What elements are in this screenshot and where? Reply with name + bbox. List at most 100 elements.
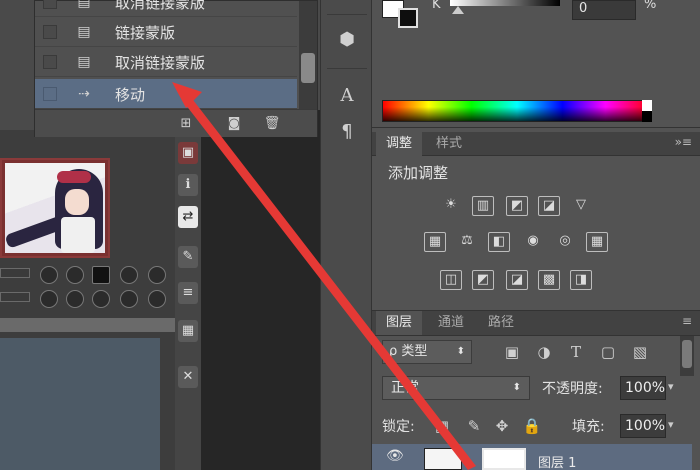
lock-position-icon[interactable]: ✥ <box>492 416 512 436</box>
info-icon[interactable]: ℹ <box>178 174 198 196</box>
visibility-eye-icon[interactable]: 👁 <box>386 448 404 464</box>
paragraph-icon[interactable]: ¶ <box>335 120 359 144</box>
tab-layers[interactable]: 图层 <box>376 311 423 335</box>
layers-scrollbar-thumb[interactable] <box>682 340 692 368</box>
levels-icon[interactable]: ▥ <box>472 196 494 216</box>
brush-preset[interactable] <box>120 266 138 284</box>
photo-filter-icon[interactable]: ◉ <box>522 232 544 252</box>
divider <box>327 68 367 69</box>
adjustments-tabs: 调整 样式 »≡ <box>372 132 700 156</box>
canvas-background <box>200 110 320 470</box>
layers-panel-icon[interactable]: ≡ <box>178 282 198 304</box>
menu-item-checkbox[interactable] <box>43 25 57 39</box>
panel-menu-icon[interactable]: ≡ <box>682 314 692 328</box>
panel-divider <box>0 318 175 332</box>
brush-preset[interactable] <box>66 290 84 308</box>
color-lookup-icon[interactable]: ▦ <box>586 232 608 252</box>
brightness-icon[interactable]: ☀ <box>440 196 462 216</box>
menu-item-label: 移动 <box>115 86 146 104</box>
menu-footer: ⊞ ◙ 🗑 <box>35 109 317 137</box>
type-filter-icon[interactable]: T <box>566 342 586 362</box>
adjustment-filter-icon[interactable]: ◑ <box>534 342 554 362</box>
grid-icon[interactable]: ▦ <box>178 320 198 342</box>
black-white-icon[interactable]: ◧ <box>488 232 510 252</box>
trash-icon[interactable]: 🗑 <box>263 115 281 133</box>
swap-icon[interactable]: ⇄ <box>178 206 198 228</box>
k-slider-knob[interactable] <box>452 6 464 14</box>
tab-paths[interactable]: 路径 <box>478 311 524 335</box>
gradient-map-icon[interactable]: ▩ <box>538 270 560 290</box>
opacity-field[interactable]: 100% <box>620 376 666 400</box>
brush-preset[interactable] <box>66 266 84 284</box>
brush-icon[interactable]: ✎ <box>178 246 198 268</box>
vibrance-icon[interactable]: ▽ <box>570 196 592 216</box>
actions-menu: ▤ 取消链接蒙版 ▤ 链接蒙版 ▤ 取消链接蒙版 ⇢ 移动 ⊞ ◙ 🗑 <box>34 0 318 137</box>
channel-mixer-icon[interactable]: ◎ <box>554 232 576 252</box>
tab-adjustments[interactable]: 调整 <box>376 132 423 156</box>
hue-saturation-icon[interactable]: ▦ <box>424 232 446 252</box>
blend-mode-select[interactable]: 正常 ⬍ <box>382 376 530 400</box>
brush-preset[interactable] <box>40 290 58 308</box>
tab-styles[interactable]: 样式 <box>426 132 472 156</box>
menu-item-link-mask[interactable]: ▤ 链接蒙版 <box>35 17 297 47</box>
brush-preset[interactable] <box>92 290 110 308</box>
brush-preset[interactable] <box>40 266 58 284</box>
layer-row-selected[interactable] <box>372 444 692 470</box>
camera-icon[interactable]: ◙ <box>225 115 243 133</box>
posterize-icon[interactable]: ◩ <box>472 270 494 290</box>
fill-field[interactable]: 100% <box>620 414 666 438</box>
threshold-icon[interactable]: ◪ <box>506 270 528 290</box>
white-swatch[interactable] <box>642 100 652 111</box>
layer-name[interactable]: 图层 1 <box>538 452 576 470</box>
exposure-icon[interactable]: ◪ <box>538 196 560 216</box>
color-panel: K 0 % <box>372 0 700 128</box>
selective-color-icon[interactable]: ◨ <box>570 270 592 290</box>
tools-icon[interactable]: ✕ <box>178 366 198 388</box>
color-tool-icon[interactable]: ▣ <box>178 142 198 164</box>
brush-preset[interactable] <box>120 290 138 308</box>
curves-icon[interactable]: ◩ <box>506 196 528 216</box>
menu-item-label: 取消链接蒙版 <box>115 54 206 72</box>
menu-item-unlink-mask-2[interactable]: ▤ 取消链接蒙版 <box>35 47 297 77</box>
3d-cube-icon[interactable]: ⬢ <box>335 28 359 52</box>
color-spectrum-ramp[interactable] <box>382 100 652 122</box>
color-balance-icon[interactable]: ⚖ <box>456 232 478 252</box>
menu-item-checkbox[interactable] <box>43 87 57 101</box>
brush-preset[interactable] <box>92 266 110 284</box>
folder-icon: ▤ <box>77 24 91 40</box>
select-arrows-icon: ⬍ <box>512 382 521 393</box>
layer-filter-select[interactable]: ρ 类型 ⬍ <box>382 340 472 364</box>
background-color-swatch[interactable] <box>398 8 418 28</box>
smart-object-filter-icon[interactable]: ▧ <box>630 342 650 362</box>
brush-size-bar[interactable] <box>0 268 30 278</box>
menu-item-unlink-mask[interactable]: ▤ 取消链接蒙版 <box>35 0 297 17</box>
tab-channels[interactable]: 通道 <box>428 311 474 335</box>
folder-icon: ▤ <box>77 54 91 70</box>
menu-scrollbar-thumb[interactable] <box>301 53 315 83</box>
new-action-icon[interactable]: ⊞ <box>177 115 195 133</box>
lock-transparent-icon[interactable]: ▦ <box>432 416 452 436</box>
shape-filter-icon[interactable]: ▢ <box>598 342 618 362</box>
pixel-filter-icon[interactable]: ▣ <box>502 342 522 362</box>
brush-size-bar[interactable] <box>0 292 30 302</box>
panel-menu-icon[interactable]: »≡ <box>675 135 692 149</box>
lock-all-icon[interactable]: 🔒 <box>522 416 542 436</box>
menu-item-checkbox[interactable] <box>43 0 57 9</box>
character-icon[interactable]: A <box>335 84 359 108</box>
lock-pixels-icon[interactable]: ✎ <box>464 416 484 436</box>
menu-item-checkbox[interactable] <box>43 55 57 69</box>
layer-thumbnail[interactable] <box>424 448 462 470</box>
fill-label: 填充: <box>572 419 605 435</box>
layer-mask-thumbnail[interactable] <box>482 448 526 470</box>
opacity-dropdown-icon[interactable]: ▾ <box>668 380 674 393</box>
layers-tabs: 图层 通道 路径 ≡ <box>372 310 700 336</box>
black-swatch[interactable] <box>642 111 652 122</box>
fill-dropdown-icon[interactable]: ▾ <box>668 418 674 431</box>
lower-document-panel <box>0 338 160 470</box>
invert-icon[interactable]: ◫ <box>440 270 462 290</box>
menu-item-move[interactable]: ⇢ 移动 <box>35 79 297 109</box>
brush-preset[interactable] <box>148 266 166 284</box>
brush-preset[interactable] <box>148 290 166 308</box>
k-value-field[interactable]: 0 <box>572 0 636 20</box>
k-channel-slider[interactable] <box>450 0 560 6</box>
